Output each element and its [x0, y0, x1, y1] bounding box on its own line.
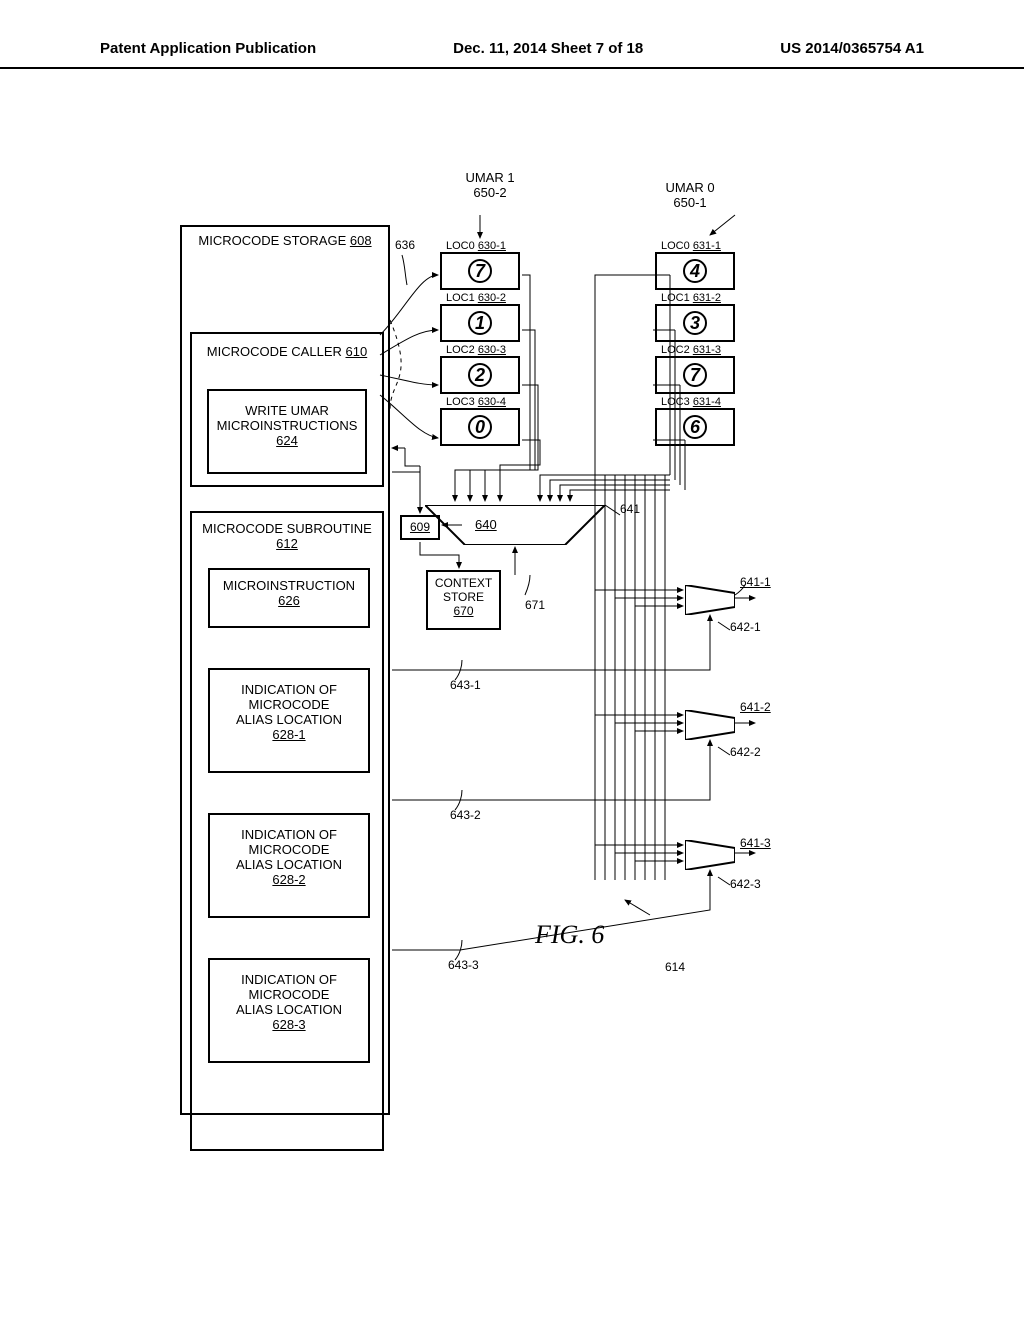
- figure-label: FIG. 6: [535, 920, 604, 950]
- mux-640: [425, 505, 605, 545]
- loc-label: LOC1 631-2: [661, 292, 735, 304]
- umar1-loc0: 7: [440, 252, 520, 290]
- umar1-loc3: 0: [440, 408, 520, 446]
- subroutine-title: MICROCODE SUBROUTINE612: [192, 513, 382, 553]
- mux-641-2: [685, 710, 735, 740]
- page-header: Patent Application Publication Dec. 11, …: [0, 0, 1024, 69]
- loc-label: LOC3 631-4: [661, 396, 735, 408]
- umar0-loc1: 3: [655, 304, 735, 342]
- ref-642-2: 642-2: [730, 745, 761, 759]
- umar1-column: LOC0 630-1 7 LOC1 630-2 1 LOC2 630-3 2 L…: [440, 240, 520, 448]
- header-left: Patent Application Publication: [100, 40, 316, 57]
- loc-label: LOC0 630-1: [446, 240, 520, 252]
- umar0-column: LOC0 631-1 4 LOC1 631-2 3 LOC2 631-3 7 L…: [655, 240, 735, 448]
- microinstruction-box: MICROINSTRUCTION626: [208, 568, 370, 628]
- umar1-loc1: 1: [440, 304, 520, 342]
- microcode-storage-box: MICROCODE STORAGE 608 MICROCODE CALLER 6…: [180, 225, 390, 1115]
- alias-box-1: INDICATION OFMICROCODE ALIAS LOCATION628…: [208, 668, 370, 773]
- umar0-loc2: 7: [655, 356, 735, 394]
- ref-641: 641: [620, 502, 640, 516]
- context-store-box: CONTEXTSTORE 670: [426, 570, 501, 630]
- loc-label: LOC2 631-3: [661, 344, 735, 356]
- ref-643-2: 643-2: [450, 808, 481, 822]
- storage-title: MICROCODE STORAGE 608: [182, 227, 388, 254]
- alias-box-2: INDICATION OFMICROCODE ALIAS LOCATION628…: [208, 813, 370, 918]
- umar0-loc3: 6: [655, 408, 735, 446]
- microcode-caller-box: MICROCODE CALLER 610 WRITE UMAR MICROINS…: [190, 332, 384, 487]
- mux640-ref: 640: [475, 517, 497, 532]
- umar0-label: UMAR 0650-1: [650, 180, 730, 210]
- loc-label: LOC2 630-3: [446, 344, 520, 356]
- ref-614: 614: [665, 960, 685, 974]
- ref-636: 636: [395, 238, 415, 252]
- microcode-subroutine-box: MICROCODE SUBROUTINE612 MICROINSTRUCTION…: [190, 511, 384, 1151]
- header-right: US 2014/0365754 A1: [780, 40, 924, 57]
- mux-641-1: [685, 585, 735, 615]
- box-609: 609: [400, 515, 440, 540]
- umar1-loc2: 2: [440, 356, 520, 394]
- ref-643-3: 643-3: [448, 958, 479, 972]
- ref-641-2: 641-2: [740, 700, 771, 714]
- write-umar-box: WRITE UMAR MICROINSTRUCTIONS 624: [207, 389, 367, 474]
- mux-641-3: [685, 840, 735, 870]
- loc-label: LOC1 630-2: [446, 292, 520, 304]
- loc-label: LOC0 631-1: [661, 240, 735, 252]
- ref-641-1: 641-1: [740, 575, 771, 589]
- alias-box-3: INDICATION OFMICROCODE ALIAS LOCATION628…: [208, 958, 370, 1063]
- ref-671: 671: [525, 598, 545, 612]
- ref-642-1: 642-1: [730, 620, 761, 634]
- caller-title: MICROCODE CALLER 610: [192, 334, 382, 365]
- loc-label: LOC3 630-4: [446, 396, 520, 408]
- header-mid: Dec. 11, 2014 Sheet 7 of 18: [453, 40, 643, 57]
- ref-641-3: 641-3: [740, 836, 771, 850]
- figure-diagram: UMAR 1650-2 UMAR 0650-1 MICROCODE STORAG…: [180, 180, 800, 1140]
- ref-643-1: 643-1: [450, 678, 481, 692]
- ref-642-3: 642-3: [730, 877, 761, 891]
- umar0-loc0: 4: [655, 252, 735, 290]
- umar1-label: UMAR 1650-2: [450, 170, 530, 200]
